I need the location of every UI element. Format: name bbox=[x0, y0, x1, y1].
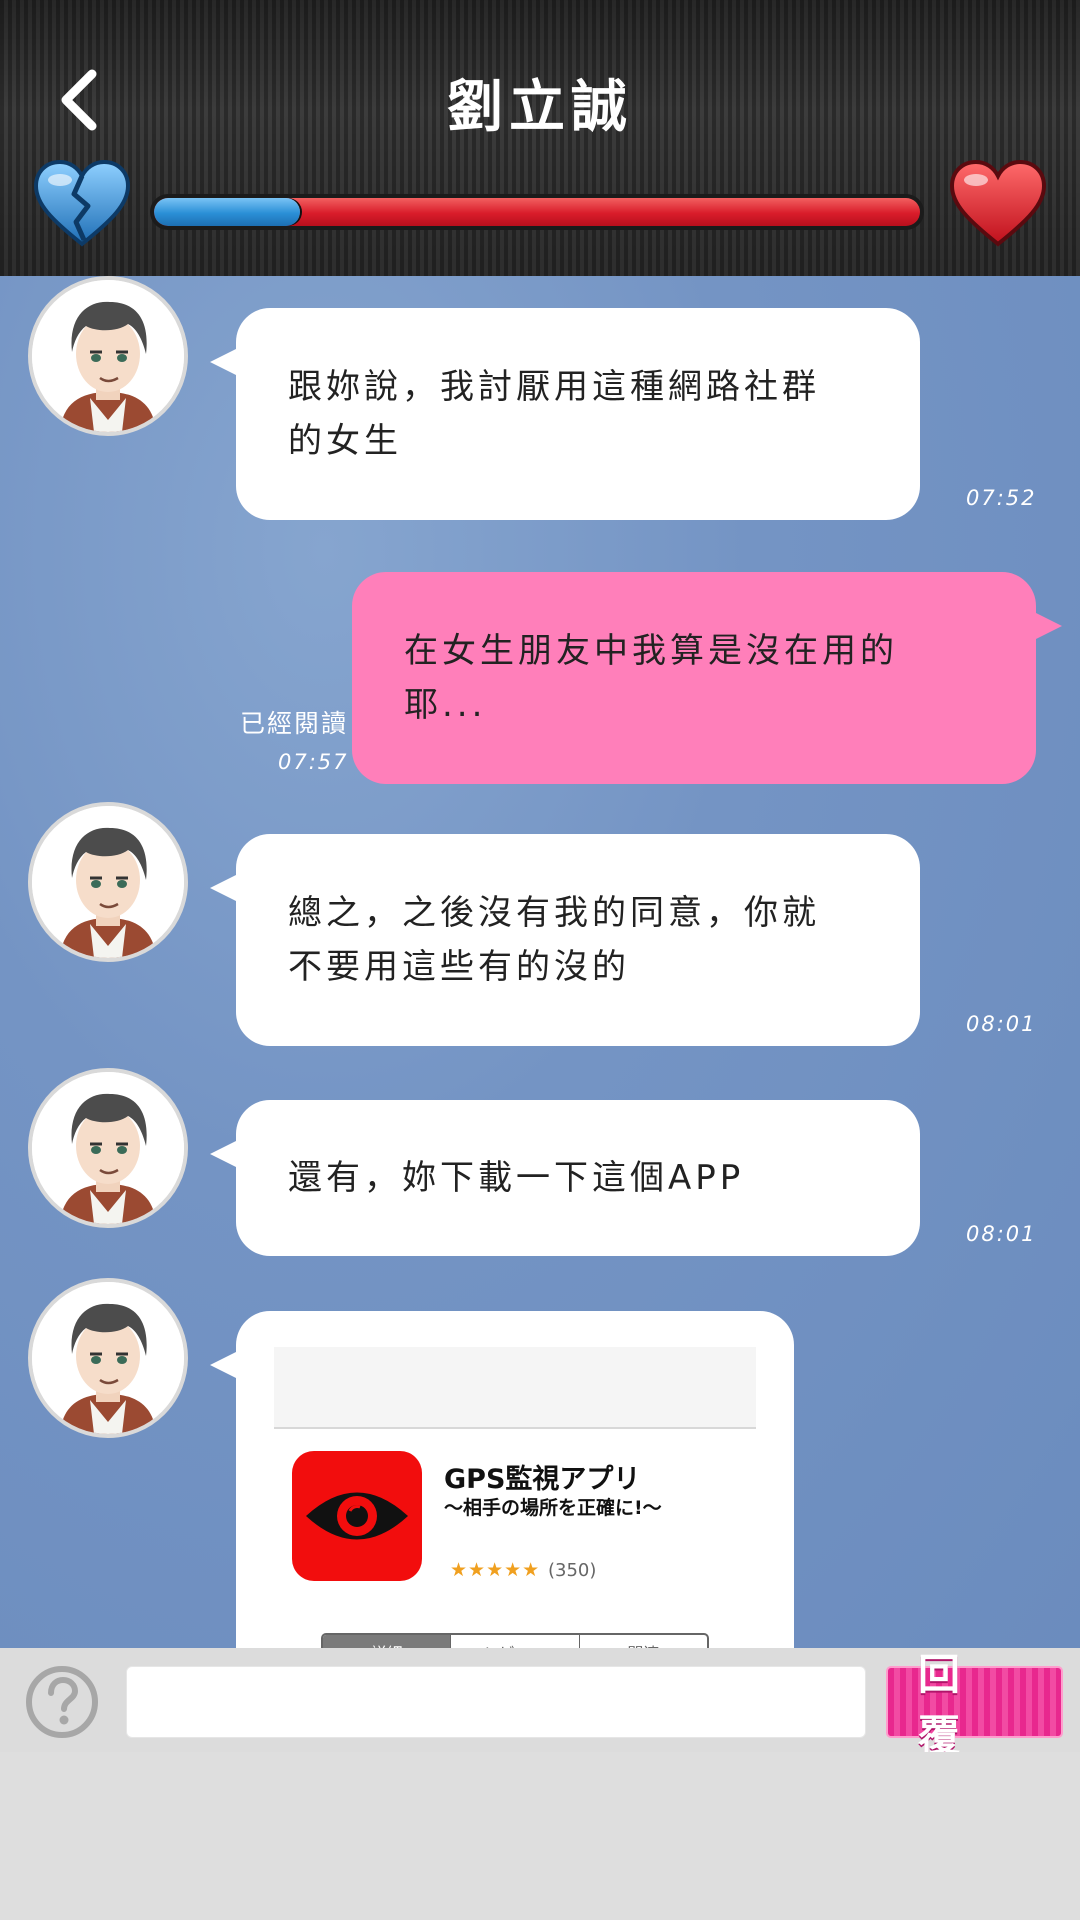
app-card-bubble[interactable]: GPS監視アプリ 〜相手の場所を正確に!〜 ★★★★★ (350) 詳細 レビュ… bbox=[236, 1311, 794, 1648]
star-rating: ★★★★★ bbox=[450, 1559, 541, 1581]
message-text: 跟妳說，我討厭用這種網路社群 的女生 bbox=[288, 360, 820, 468]
reply-button[interactable]: 回覆 bbox=[886, 1650, 1063, 1760]
contact-name-title: 劉立誠 bbox=[447, 75, 633, 140]
message-line: 不要用這些有的沒的 bbox=[288, 947, 630, 987]
message-timestamp: 07:57 bbox=[278, 750, 349, 774]
message-line: 總之，之後沒有我的同意，你就 bbox=[288, 893, 820, 933]
reply-button-label: 回覆 bbox=[918, 1650, 991, 1760]
contact-avatar[interactable] bbox=[28, 802, 188, 962]
message-line: 耶... bbox=[404, 685, 487, 725]
contact-avatar[interactable] bbox=[28, 1068, 188, 1228]
message-timestamp: 08:01 bbox=[966, 1012, 1037, 1036]
message-text: 在女生朋友中我算是沒在用的 耶... bbox=[404, 624, 898, 732]
eye-icon bbox=[306, 1492, 408, 1540]
message-bubble: 還有，妳下載一下這個APP bbox=[210, 1100, 920, 1256]
chat-header: 劉立誠 bbox=[0, 0, 1080, 276]
tab-details[interactable]: 詳細 bbox=[323, 1635, 452, 1648]
affection-meter bbox=[150, 194, 924, 230]
app-card-banner bbox=[274, 1347, 756, 1429]
tab-related[interactable]: 関連 bbox=[580, 1635, 707, 1648]
message-line: 在女生朋友中我算是沒在用的 bbox=[404, 631, 898, 671]
app-subtitle: 〜相手の場所を正確に!〜 bbox=[444, 1497, 662, 1519]
app-tab-bar: 詳細 レビュー 関連 bbox=[321, 1633, 709, 1648]
chat-area[interactable]: 跟妳說，我討厭用這種網路社群 的女生 07:52 在女生朋友中我算是沒在用的 耶… bbox=[0, 276, 1080, 1648]
message-input[interactable] bbox=[126, 1666, 866, 1738]
avatar-image bbox=[32, 280, 184, 432]
message-bubble: 總之，之後沒有我的同意，你就 不要用這些有的沒的 bbox=[210, 834, 920, 1046]
message-text: 總之，之後沒有我的同意，你就 不要用這些有的沒的 bbox=[288, 886, 820, 994]
tab-reviews[interactable]: レビュー bbox=[451, 1635, 580, 1648]
empty-footer-area bbox=[0, 1752, 1080, 1920]
message-line: 跟妳說，我討厭用這種網路社群 bbox=[288, 367, 820, 407]
reply-bar: 回覆 bbox=[0, 1648, 1080, 1760]
rating-count: (350) bbox=[548, 1560, 597, 1581]
my-message-bubble: 在女生朋友中我算是沒在用的 耶... bbox=[352, 572, 1062, 784]
avatar-image bbox=[32, 1072, 184, 1224]
app-name: GPS監視アプリ bbox=[444, 1464, 641, 1495]
affection-meter-track bbox=[154, 198, 920, 226]
bubble-pointer bbox=[210, 1351, 238, 1379]
heart-icon bbox=[949, 159, 1047, 247]
avatar-image bbox=[32, 806, 184, 958]
app-icon[interactable] bbox=[292, 1451, 422, 1581]
message-text: 還有，妳下載一下這個APP bbox=[288, 1158, 745, 1198]
read-status: 已經閱讀 bbox=[240, 709, 349, 738]
broken-heart-icon bbox=[33, 159, 131, 247]
contact-avatar[interactable] bbox=[28, 1278, 188, 1438]
message-line: 的女生 bbox=[288, 421, 402, 461]
message-bubble: 跟妳說，我討厭用這種網路社群 的女生 bbox=[210, 308, 920, 520]
message-timestamp: 08:01 bbox=[966, 1222, 1037, 1246]
question-icon bbox=[26, 1666, 98, 1738]
help-button[interactable] bbox=[24, 1664, 100, 1740]
message-timestamp: 07:52 bbox=[966, 486, 1037, 510]
avatar-image bbox=[32, 1282, 184, 1434]
contact-avatar[interactable] bbox=[28, 276, 188, 436]
affection-meter-fill bbox=[154, 198, 300, 226]
